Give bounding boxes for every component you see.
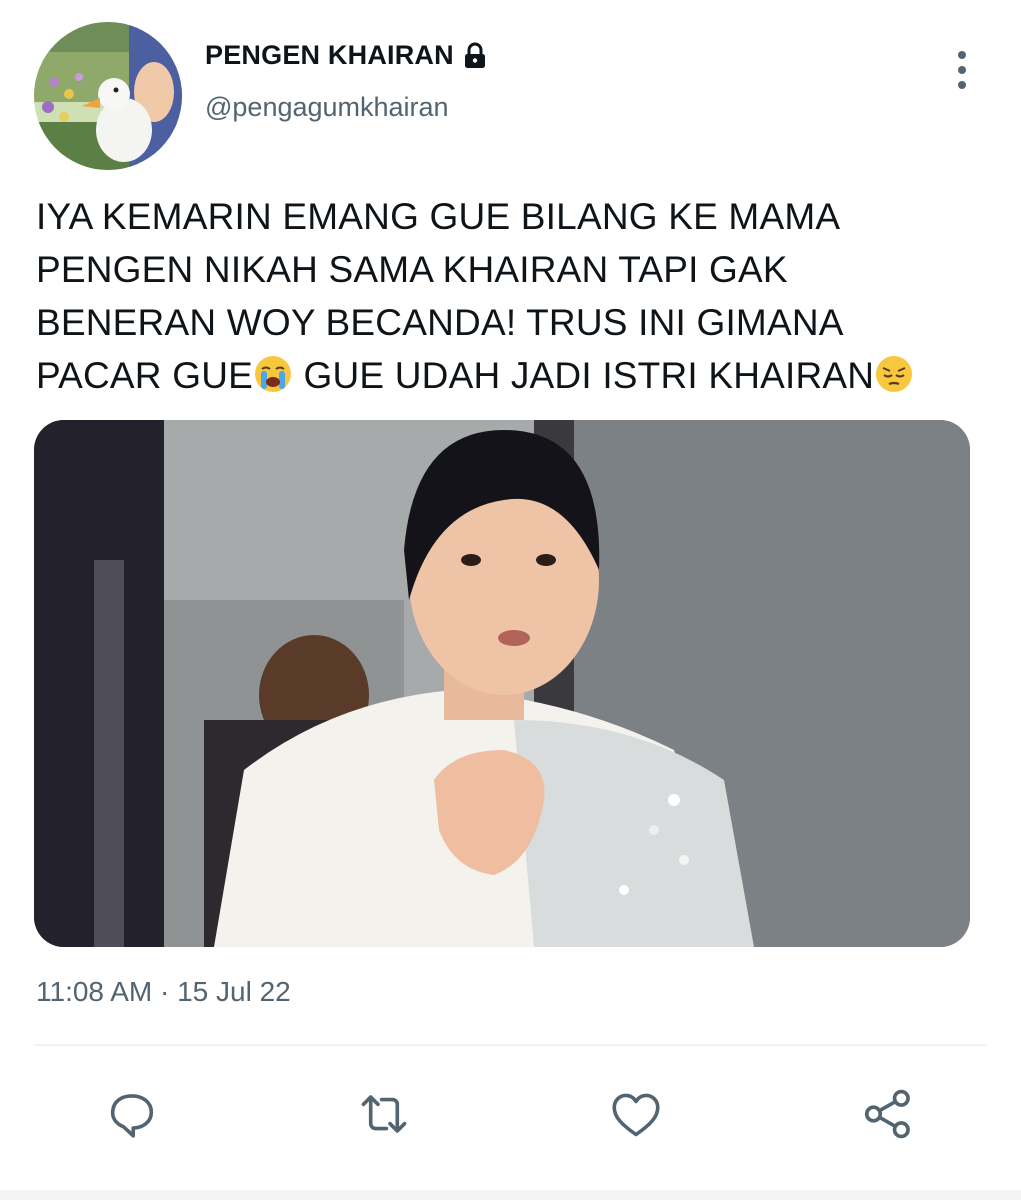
retweet-button[interactable] — [352, 1082, 416, 1146]
tweet-media-photo[interactable] — [34, 420, 970, 947]
bottom-edge — [0, 1190, 1021, 1200]
tweet-line: PENGEN NIKAH SAMA KHAIRAN TAPI GAK — [36, 249, 788, 290]
crying-face-emoji-icon — [253, 354, 293, 394]
name-row: PENGEN KHAIRAN — [205, 40, 488, 71]
share-button[interactable] — [856, 1082, 920, 1146]
tweet-detail: PENGEN KHAIRAN @pengagumkhairan IYA KEMA… — [0, 0, 1021, 1200]
share-icon — [864, 1089, 910, 1139]
tweet-text: IYA KEMARIN EMANG GUE BILANG KE MAMA PEN… — [36, 190, 986, 402]
divider — [34, 1044, 987, 1046]
more-vertical-icon[interactable] — [940, 48, 984, 92]
tweet-line: BENERAN WOY BECANDA! TRUS INI GIMANA — [36, 302, 844, 343]
avatar-duck-image — [34, 22, 182, 170]
retweet-icon — [361, 1095, 407, 1133]
tweet-timestamp[interactable]: 11:08 AM · 15 Jul 22 — [36, 976, 291, 1008]
heart-icon — [612, 1093, 660, 1137]
tweet-line-last: PACAR GUE GUE UDAH JADI ISTRI KHAIRAN — [36, 349, 986, 402]
tweet-text-part: GUE UDAH JADI ISTRI KHAIRAN — [293, 355, 875, 396]
tweet-text-part: PACAR GUE — [36, 355, 253, 396]
pensive-face-emoji-icon — [874, 354, 914, 394]
avatar[interactable] — [34, 22, 182, 170]
reply-icon — [110, 1094, 154, 1138]
reply-button[interactable] — [100, 1082, 164, 1146]
tweet-line: IYA KEMARIN EMANG GUE BILANG KE MAMA — [36, 196, 841, 237]
like-button[interactable] — [604, 1082, 668, 1146]
display-name[interactable]: PENGEN KHAIRAN — [205, 40, 454, 71]
user-handle[interactable]: @pengagumkhairan — [205, 92, 449, 123]
photo-man-in-white-outfit — [34, 420, 970, 947]
lock-icon — [462, 42, 488, 70]
